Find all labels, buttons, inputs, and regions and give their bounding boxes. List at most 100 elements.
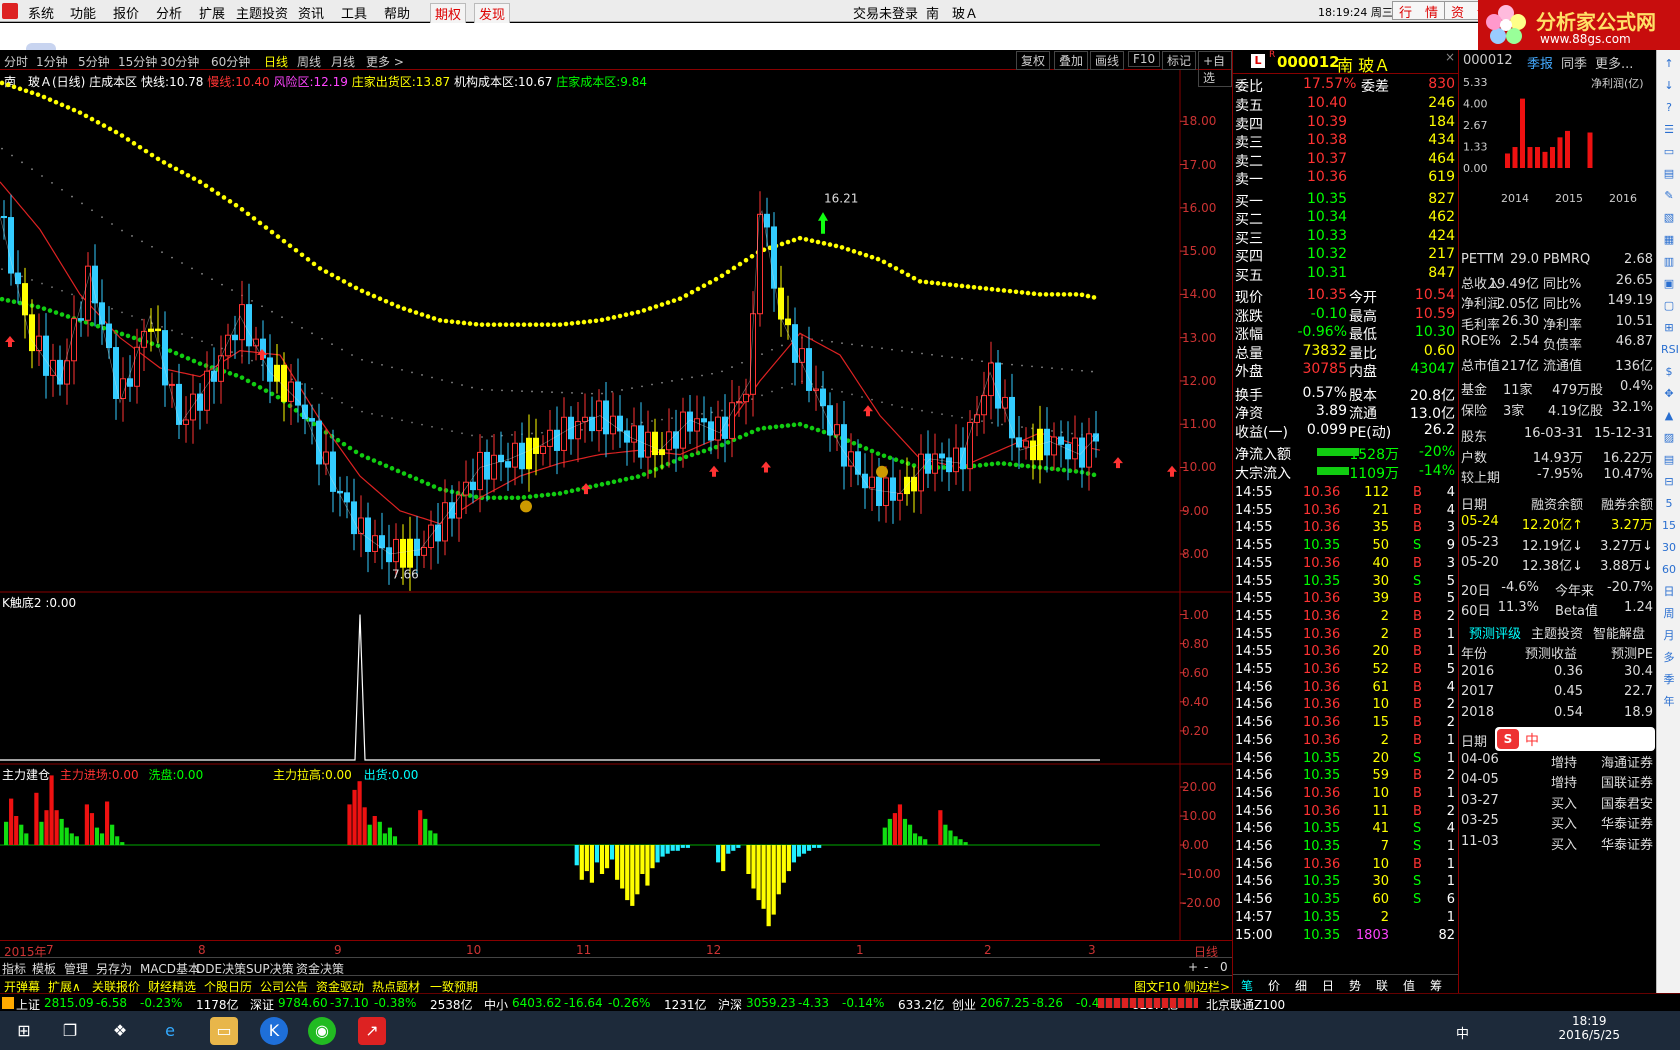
side-tool-icon[interactable]: ⊟ <box>1661 474 1677 490</box>
feature-tabs: 开弹幕 扩展∧ 关联报价 财经精选 个股日历 公司公告 资金驱动 热点题材 一致预期 图文F10 侧… <box>0 975 1232 994</box>
fin-cell: 30.4 <box>1624 663 1653 679</box>
tick-count: 2 <box>1446 803 1455 819</box>
side-tool-icon[interactable]: RSI <box>1661 342 1679 358</box>
chart-tool-2[interactable]: 画线 <box>1090 51 1125 70</box>
side-tool-icon[interactable]: ↓ <box>1661 78 1677 94</box>
menu-item[interactable]: 资讯 <box>298 3 324 22</box>
side-tool-icon[interactable]: 60 <box>1661 562 1677 578</box>
chart-tool-3[interactable]: F10 <box>1128 51 1161 67</box>
side-tool-icon[interactable]: ↑ <box>1661 56 1677 72</box>
candle-body <box>379 535 385 549</box>
k-app-icon[interactable]: K <box>260 1017 288 1045</box>
side-tool-icon[interactable]: 5 <box>1661 496 1677 512</box>
zj-dot <box>533 493 539 499</box>
side-tool-icon[interactable]: ✥ <box>1661 386 1677 402</box>
side-tool-icon[interactable]: ⊞ <box>1661 320 1677 336</box>
side-tool-icon[interactable]: ▢ <box>1661 298 1677 314</box>
menu-item[interactable]: 帮助 <box>384 3 410 22</box>
faxian-button[interactable]: 发现 <box>474 3 511 24</box>
quote-tab-7[interactable]: 筹 <box>1430 977 1442 994</box>
side-tool-icon[interactable]: 月 <box>1661 628 1677 644</box>
side-tool-icon[interactable]: ▣ <box>1661 276 1677 292</box>
dot-mark <box>821 339 823 342</box>
task-view-icon[interactable]: ❐ <box>56 1017 84 1045</box>
zj-dot <box>395 468 401 474</box>
zc-dot <box>5 82 11 88</box>
chart-tool-4[interactable]: 标记 <box>1162 51 1197 70</box>
quote-tab-2[interactable]: 细 <box>1295 977 1307 994</box>
quote-tab-5[interactable]: 联 <box>1376 977 1388 994</box>
quote-tab-0[interactable]: 笔 <box>1241 977 1253 994</box>
start-icon[interactable]: ⊞ <box>10 1017 38 1045</box>
kline-chart[interactable]: 16.21 7.66 <box>0 70 1232 940</box>
period-tab-7[interactable]: 周线 <box>297 53 321 70</box>
menu-item[interactable]: 系统 <box>28 3 54 22</box>
ime-toolbar[interactable]: S中 <box>1495 727 1655 751</box>
menu-item[interactable]: 分析 <box>156 3 182 22</box>
period-tab-8[interactable]: 月线 <box>331 53 355 70</box>
side-tool-icon[interactable]: 季 <box>1661 672 1677 688</box>
quote-tab-3[interactable]: 日 <box>1322 977 1334 994</box>
period-tab-0[interactable]: 分时 <box>4 53 28 70</box>
candle-body <box>918 453 924 492</box>
quote-tab-1[interactable]: 价 <box>1268 977 1280 994</box>
side-tool-icon[interactable]: 年 <box>1661 694 1677 710</box>
side-tool-icon[interactable]: ▨ <box>1661 430 1677 446</box>
folder-icon[interactable]: ▭ <box>210 1017 238 1045</box>
zoom-btn-2[interactable]: 0 <box>1220 960 1228 974</box>
sogou-icon[interactable]: S <box>1497 729 1519 749</box>
hangqing-button[interactable]: 行 情 <box>1392 1 1446 21</box>
period-tab-3[interactable]: 15分钟 <box>118 53 157 70</box>
menu-item[interactable]: 报价 <box>113 3 139 22</box>
side-tool-icon[interactable]: ▦ <box>1661 232 1677 248</box>
period-tab-2[interactable]: 5分钟 <box>78 53 110 70</box>
side-tool-icon[interactable]: 15 <box>1661 518 1677 534</box>
period-tab-1[interactable]: 1分钟 <box>36 53 68 70</box>
menu-item[interactable]: 功能 <box>70 3 96 22</box>
chart-tool-0[interactable]: 复权 <box>1016 51 1051 70</box>
side-tool-icon[interactable]: ? <box>1661 100 1677 116</box>
stock-app-icon[interactable]: ↗ <box>358 1017 386 1045</box>
buy-row: 买五 10.31 847 <box>1233 264 1459 284</box>
zc-dot <box>869 254 875 260</box>
side-tool-icon[interactable]: ▤ <box>1661 166 1677 182</box>
ime-icon[interactable]: 中 <box>1456 1023 1469 1042</box>
fin-row: 总收入 19.49亿 同比% 26.65 <box>1459 271 1657 292</box>
side-tool-icon[interactable]: ✎ <box>1661 188 1677 204</box>
fin-cell: 16.22万 <box>1602 450 1653 466</box>
flow-bar <box>887 818 892 845</box>
close-icon[interactable]: × <box>1445 50 1455 64</box>
ie-icon[interactable]: e <box>156 1017 184 1045</box>
side-tool-icon[interactable]: 周 <box>1661 606 1677 622</box>
quote-tab-4[interactable]: 势 <box>1349 977 1361 994</box>
zc-dot <box>233 202 239 208</box>
menu-item[interactable]: 工具 <box>341 3 367 22</box>
side-tool-icon[interactable]: ▭ <box>1661 144 1677 160</box>
zoom-btn-0[interactable]: + <box>1188 960 1198 974</box>
period-tab-6[interactable]: 日线 <box>264 53 288 70</box>
ime-lang[interactable]: 中 <box>1525 730 1539 750</box>
menu-item[interactable]: 扩展 <box>199 3 225 22</box>
quote-tab-6[interactable]: 值 <box>1403 977 1415 994</box>
green-app-icon[interactable]: ◉ <box>308 1017 336 1045</box>
side-tool-icon[interactable]: ☰ <box>1661 122 1677 138</box>
side-tool-icon[interactable]: 30 <box>1661 540 1677 556</box>
zoom-btn-1[interactable]: - <box>1204 960 1208 974</box>
menu-item[interactable]: 主题投资 <box>236 3 288 22</box>
tick-side: B <box>1413 803 1422 819</box>
period-tab-5[interactable]: 60分钟 <box>211 53 250 70</box>
zc-dot <box>35 92 41 97</box>
side-tool-icon[interactable]: ▥ <box>1661 254 1677 270</box>
chart-tool-1[interactable]: 叠加 <box>1054 51 1089 70</box>
side-tool-icon[interactable]: 日 <box>1661 584 1677 600</box>
app-icon[interactable]: ❖ <box>106 1017 134 1045</box>
side-tool-icon[interactable]: ▧ <box>1661 210 1677 226</box>
side-tool-icon[interactable]: 多 <box>1661 650 1677 666</box>
side-tool-icon[interactable]: $ <box>1661 364 1677 380</box>
period-tab-9[interactable]: 更多 > <box>366 53 404 70</box>
period-tab-4[interactable]: 30分钟 <box>160 53 199 70</box>
side-tool-icon[interactable]: ▤ <box>1661 452 1677 468</box>
qiquan-button[interactable]: 期权 <box>430 3 467 24</box>
tick-side: S <box>1413 750 1422 766</box>
side-tool-icon[interactable]: ▲ <box>1661 408 1677 424</box>
